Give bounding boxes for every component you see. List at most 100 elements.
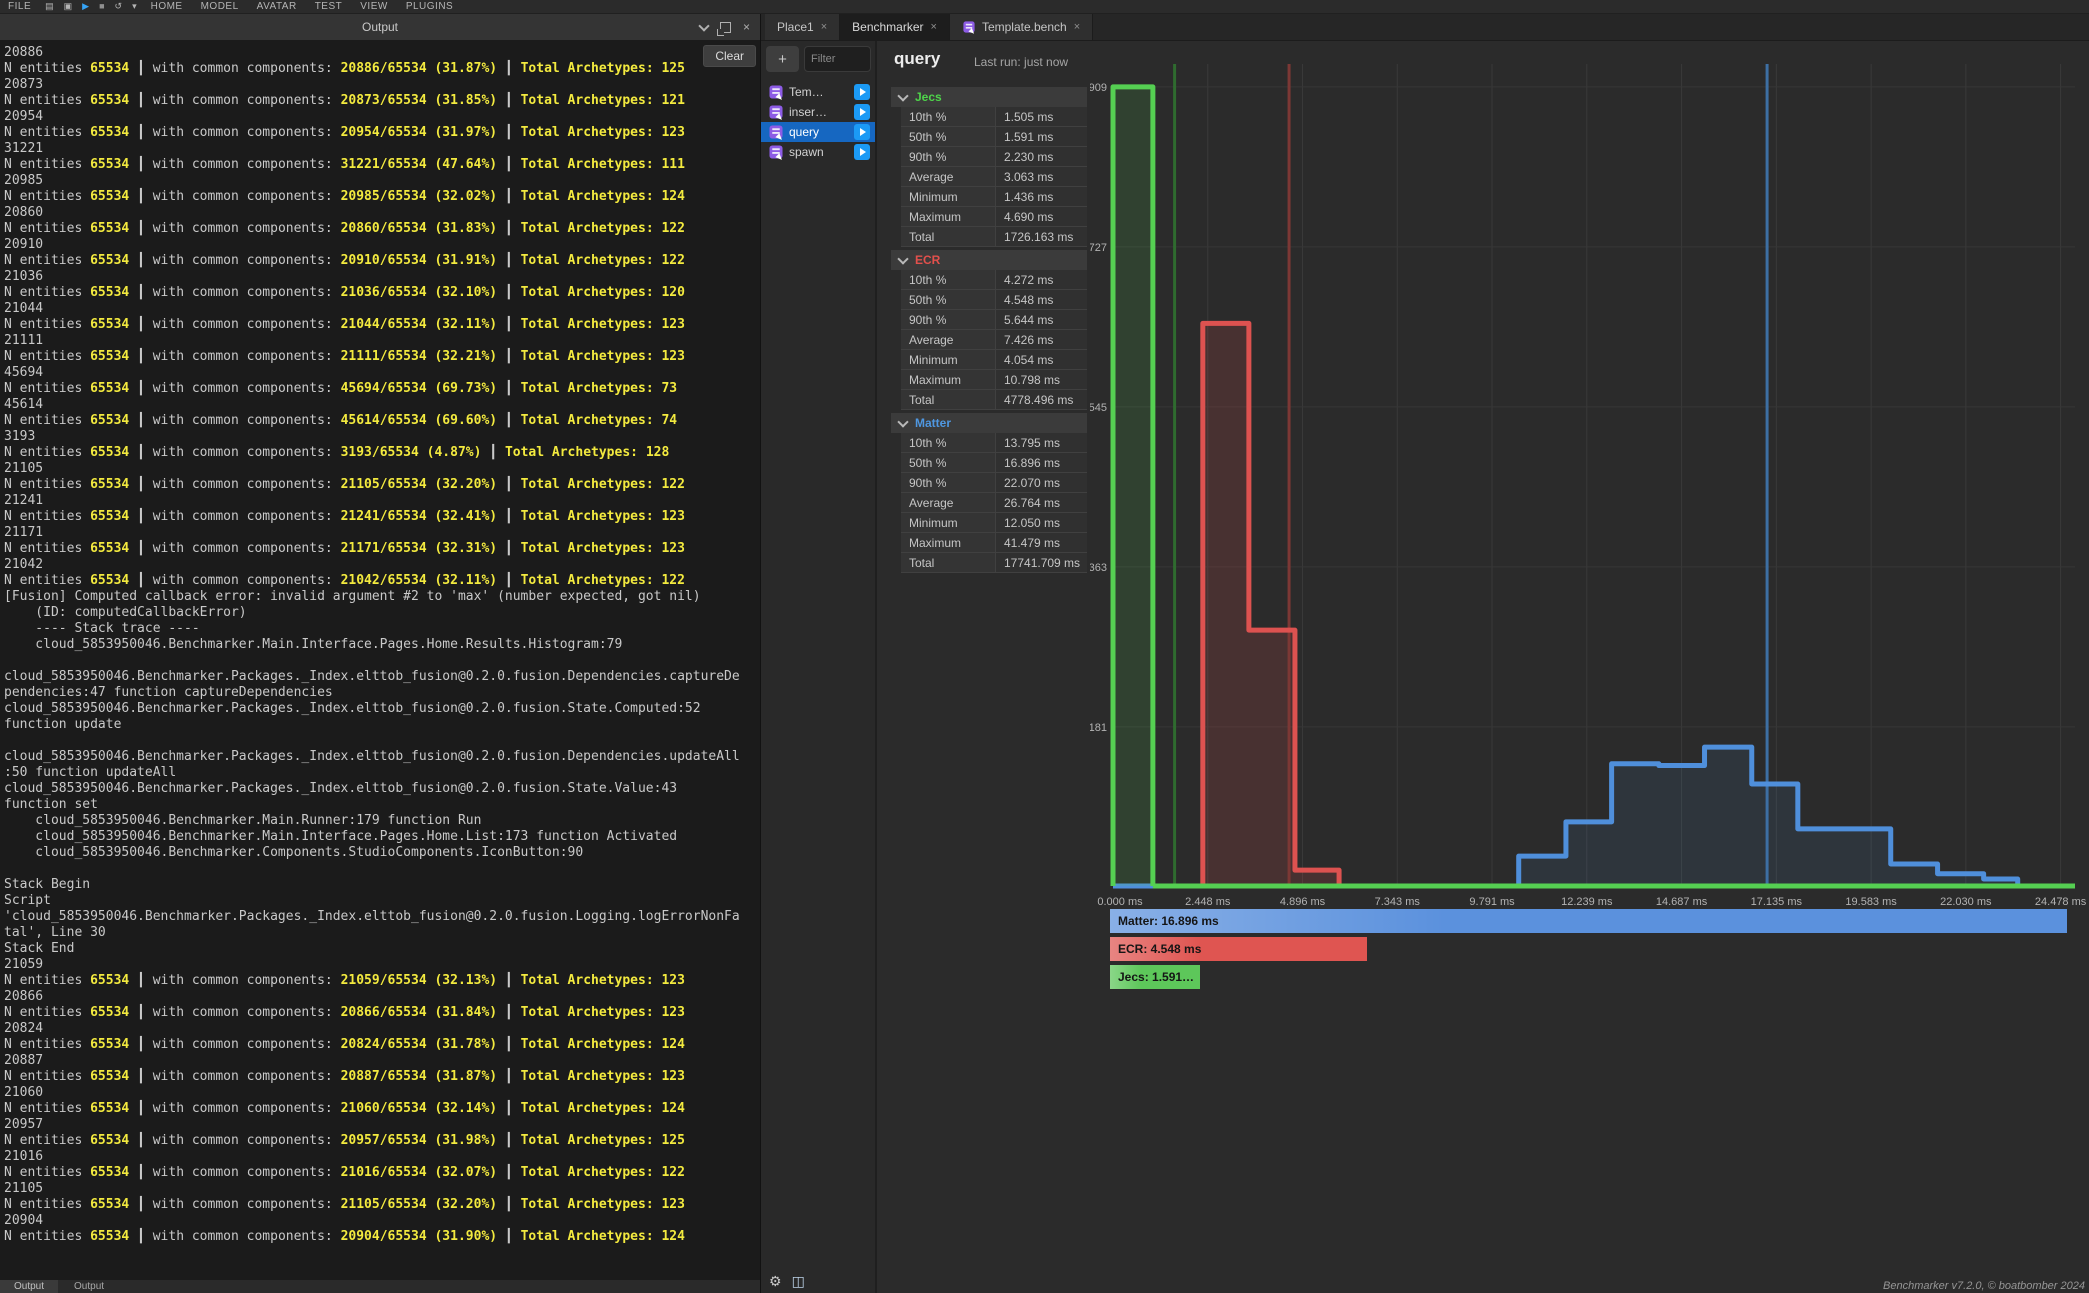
chevron-down-icon[interactable]	[698, 20, 709, 31]
stat-value: 1726.163 ms	[996, 227, 1087, 246]
stat-label: Maximum	[901, 370, 996, 389]
console-line: 20866	[4, 989, 760, 1005]
console-line: N entities 65534 ┃ with common component…	[4, 61, 760, 77]
chevron-down-icon	[897, 90, 908, 101]
stat-value: 13.795 ms	[996, 433, 1087, 452]
stat-label: Minimum	[901, 513, 996, 532]
stat-value: 10.798 ms	[996, 370, 1087, 389]
stat-value: 5.644 ms	[996, 310, 1087, 329]
console-line: 20886	[4, 45, 760, 61]
add-benchmark-button[interactable]: +	[766, 46, 799, 72]
menu-avatar[interactable]: AVATAR	[257, 1, 297, 12]
benchmarker-window: + Tem…inser…queryspawn ⚙ ◫ query Last ru…	[761, 41, 2089, 1293]
output-panel-title: Output	[362, 20, 398, 34]
benchmark-item-inser[interactable]: inser…	[761, 102, 875, 122]
benchmark-item-query[interactable]: query	[761, 122, 875, 142]
stat-label: Total	[901, 390, 996, 409]
run-benchmark-button[interactable]	[854, 104, 870, 120]
output-console[interactable]: 20886N entities 65534 ┃ with common comp…	[0, 40, 760, 1280]
section-name: Jecs	[915, 90, 942, 104]
svg-text:181: 181	[1090, 722, 1107, 734]
svg-text:22.030 ms: 22.030 ms	[1940, 896, 1992, 908]
chevron-down-icon	[897, 253, 908, 264]
console-line: 20985	[4, 173, 760, 189]
stat-label: 10th %	[901, 107, 996, 126]
console-line: 21042	[4, 557, 760, 573]
stat-value: 4.272 ms	[996, 270, 1087, 289]
svg-text:9.791 ms: 9.791 ms	[1469, 896, 1515, 908]
benchmark-item-spawn[interactable]: spawn	[761, 142, 875, 162]
svg-text:Jecs: 1.591…: Jecs: 1.591…	[1118, 970, 1194, 984]
section-header-ecr[interactable]: ECR	[891, 250, 1087, 270]
section-header-jecs[interactable]: Jecs	[891, 87, 1087, 107]
run-benchmark-button[interactable]	[854, 84, 870, 100]
undo-icon[interactable]: ↺	[115, 1, 123, 12]
console-line: 'cloud_5853950046.Benchmarker.Packages._…	[4, 909, 760, 925]
play-icon[interactable]: ▶	[82, 1, 89, 12]
console-line: ---- Stack trace ----	[4, 621, 760, 637]
filter-input[interactable]	[804, 46, 871, 72]
console-line: 21111	[4, 333, 760, 349]
menu-plugins[interactable]: PLUGINS	[406, 1, 453, 12]
tab-place1[interactable]: Place1 ×	[765, 14, 840, 40]
close-icon[interactable]: ×	[1074, 21, 1080, 33]
console-line: 20873	[4, 77, 760, 93]
console-line: N entities 65534 ┃ with common component…	[4, 445, 760, 461]
menu-home[interactable]: HOME	[151, 1, 183, 12]
play-icon	[860, 88, 866, 96]
stat-value: 2.230 ms	[996, 147, 1087, 166]
menu-view[interactable]: VIEW	[360, 1, 388, 12]
stat-value: 4778.496 ms	[996, 390, 1087, 409]
quick-access-toolbar: ▤ ▣ ▶ ■ ↺ ▾	[45, 1, 136, 12]
benchmark-item-Tem[interactable]: Tem…	[761, 82, 875, 102]
close-icon[interactable]: ×	[821, 21, 827, 33]
clear-button[interactable]: Clear	[703, 45, 756, 67]
stat-row: Maximum10.798 ms	[901, 370, 1087, 390]
document-tab-bar: Place1×Benchmarker×Template.bench×	[761, 14, 2089, 41]
console-line: N entities 65534 ┃ with common component…	[4, 1229, 760, 1245]
tab-label: Place1	[777, 20, 814, 34]
clipboard-icon[interactable]: ▤	[45, 1, 54, 12]
last-run-status: Last run: just now	[974, 55, 1068, 69]
menu-file[interactable]: FILE	[8, 1, 31, 12]
console-line: cloud_5853950046.Benchmarker.Packages._I…	[4, 749, 760, 765]
dropdown-icon[interactable]: ▾	[132, 1, 137, 12]
stop-icon[interactable]: ■	[99, 1, 104, 12]
stat-row: Minimum1.436 ms	[901, 187, 1087, 207]
console-line: N entities 65534 ┃ with common component…	[4, 1101, 760, 1117]
svg-text:2.448 ms: 2.448 ms	[1185, 896, 1231, 908]
tab-template-bench[interactable]: Template.bench×	[950, 14, 1093, 40]
benchmarker-plugin-region: Place1×Benchmarker×Template.bench× + Tem…	[761, 14, 2089, 1293]
svg-text:17.135 ms: 17.135 ms	[1751, 896, 1803, 908]
svg-text:909: 909	[1090, 82, 1107, 94]
benchmark-sidebar: + Tem…inser…queryspawn ⚙ ◫	[761, 41, 877, 1293]
tab-output-active[interactable]: Output	[0, 1280, 58, 1293]
stat-label: Minimum	[901, 187, 996, 206]
stat-label: Total	[901, 553, 996, 572]
section-header-matter[interactable]: Matter	[891, 413, 1087, 433]
bench-script-icon	[769, 125, 782, 138]
run-benchmark-button[interactable]	[854, 144, 870, 160]
run-benchmark-button[interactable]	[854, 124, 870, 140]
close-icon[interactable]: ×	[743, 21, 750, 33]
results-pane: query Last run: just now Jecs10th %1.505…	[877, 41, 2089, 1293]
console-line: N entities 65534 ┃ with common component…	[4, 1069, 760, 1085]
tab-benchmarker[interactable]: Benchmarker×	[840, 14, 950, 40]
console-line: cloud_5853950046.Benchmarker.Packages._I…	[4, 781, 760, 797]
console-line: pendencies:47 function captureDependenci…	[4, 685, 760, 701]
close-icon[interactable]: ×	[931, 21, 937, 33]
console-line: (ID: computedCallbackError)	[4, 605, 760, 621]
output-panel-header: Output ×	[0, 14, 760, 40]
console-line: 21016	[4, 1149, 760, 1165]
console-line	[4, 861, 760, 877]
popout-icon[interactable]	[720, 22, 731, 33]
console-line: 31221	[4, 141, 760, 157]
menu-test[interactable]: TEST	[315, 1, 343, 12]
ribbon-menus: HOME MODEL AVATAR TEST VIEW PLUGINS	[151, 1, 454, 12]
docs-book-icon[interactable]: ◫	[792, 1273, 805, 1290]
paste-icon[interactable]: ▣	[64, 1, 73, 12]
tab-output-secondary[interactable]: Output	[58, 1281, 120, 1292]
settings-gear-icon[interactable]: ⚙	[769, 1273, 782, 1290]
stat-value: 12.050 ms	[996, 513, 1087, 532]
menu-model[interactable]: MODEL	[201, 1, 239, 12]
